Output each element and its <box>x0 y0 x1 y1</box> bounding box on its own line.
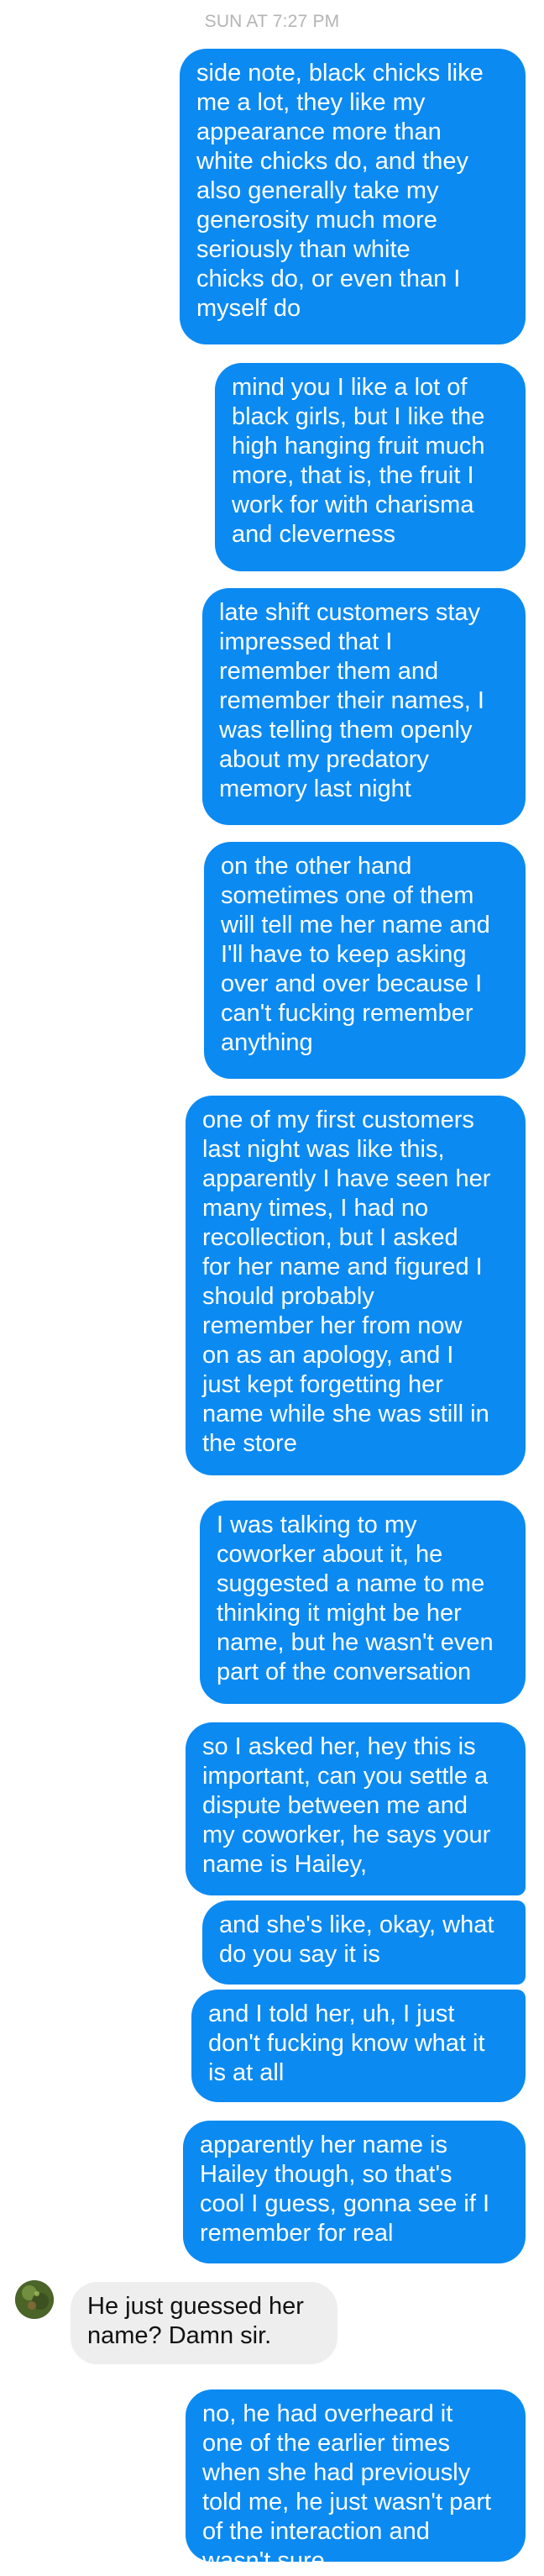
message-bubble-5[interactable]: one of my first customers last night was… <box>186 1096 526 1475</box>
thread-timestamp: SUN AT 7:27 PM <box>204 12 340 31</box>
message-bubble-8[interactable]: and she's like, okay, what do you say it… <box>202 1900 526 1985</box>
message-bubble-7[interactable]: so I asked her, hey this is important, c… <box>186 1722 526 1895</box>
message-bubble-9[interactable]: and I told her, uh, I just don't fucking… <box>191 1990 526 2102</box>
message-bubble-1[interactable]: side note, black chicks like me a lot, t… <box>180 49 526 344</box>
message-bubble-10[interactable]: apparently her name is Hailey though, so… <box>183 2121 526 2263</box>
message-bubble-11[interactable]: no, he had overheard it one of the earli… <box>186 2389 526 2574</box>
incoming-message-bubble[interactable]: He just guessed her name? Damn sir. <box>71 2282 337 2364</box>
message-bubble-2[interactable]: mind you I like a lot of black girls, bu… <box>215 363 526 571</box>
message-bubble-4[interactable]: on the other hand sometimes one of them … <box>204 842 526 1079</box>
contact-avatar-icon[interactable] <box>15 2280 54 2319</box>
message-bubble-3[interactable]: late shift customers stay impressed that… <box>202 588 526 825</box>
message-bubble-6[interactable]: I was talking to my coworker about it, h… <box>200 1501 526 1704</box>
